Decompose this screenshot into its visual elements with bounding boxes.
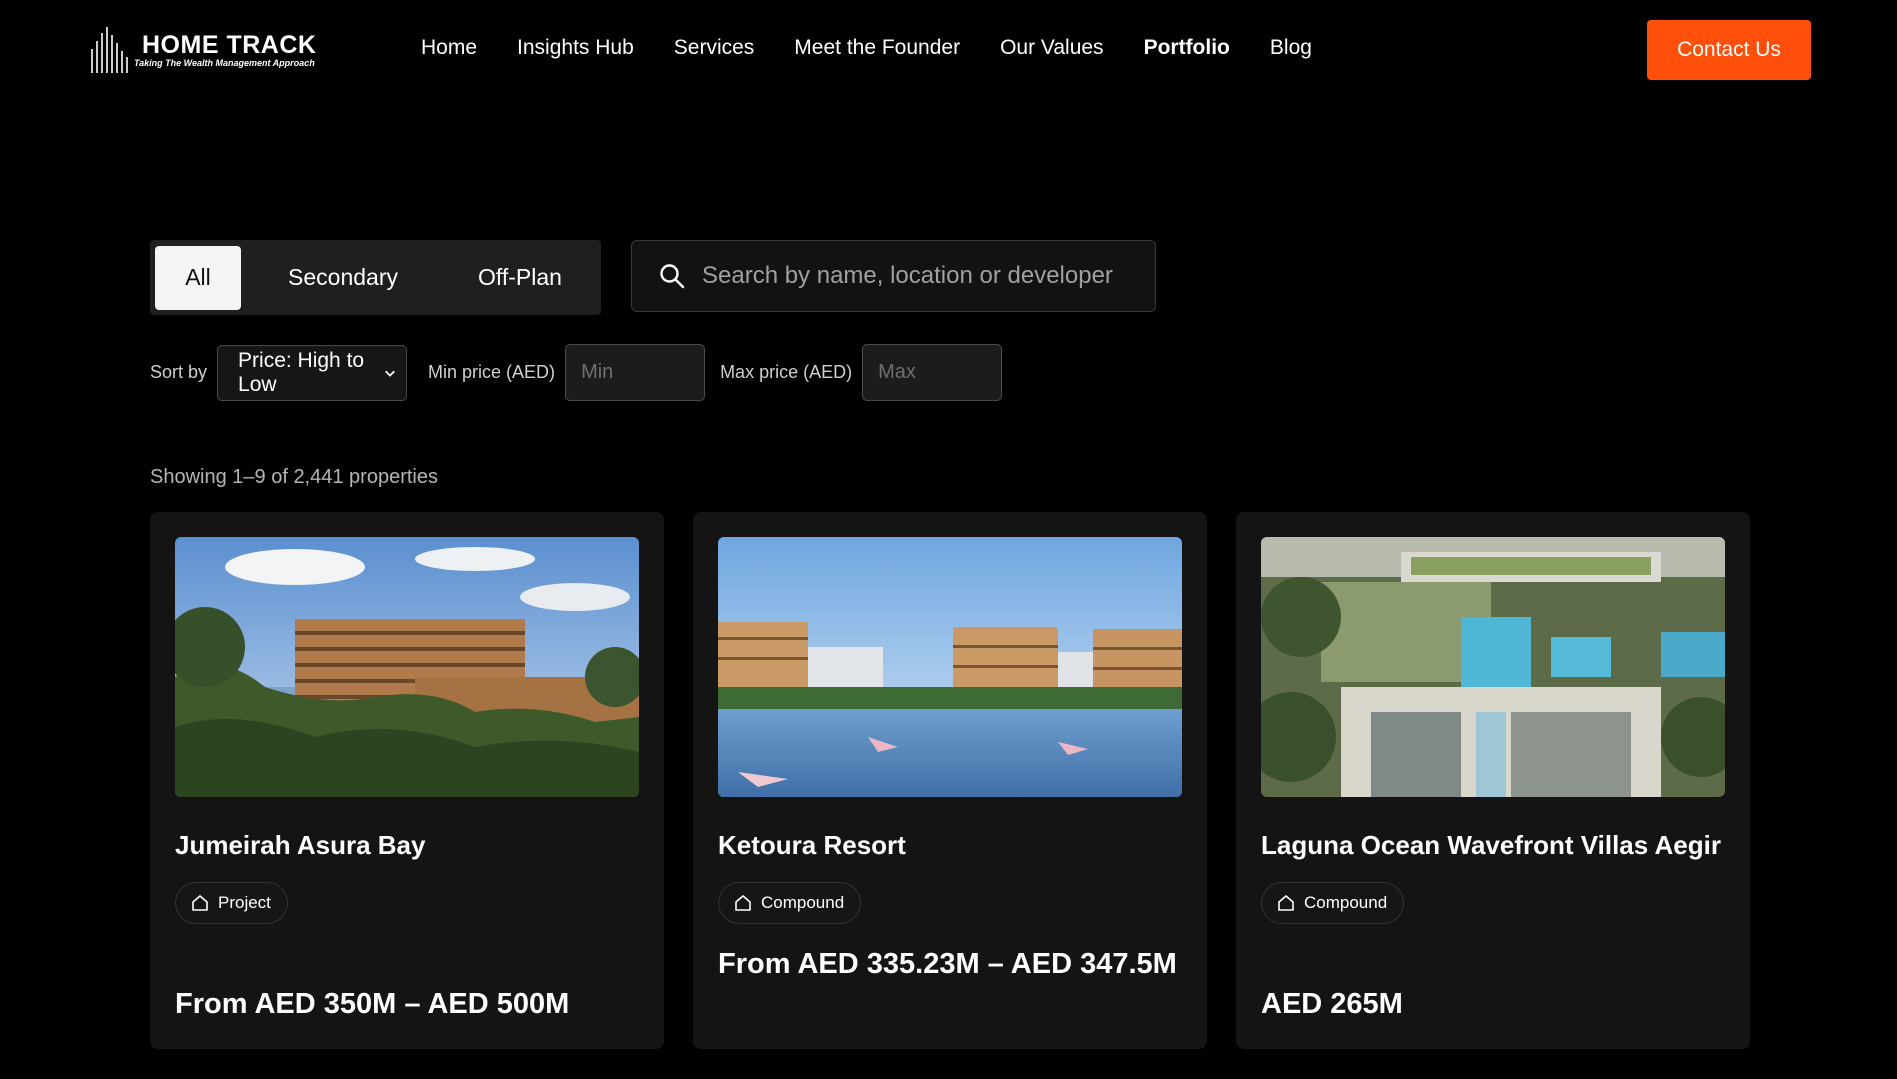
chevron-down-icon [385,370,395,377]
property-card[interactable]: Laguna Ocean Wavefront Villas Aegir Comp… [1236,512,1750,1049]
tab-off-plan[interactable]: Off-Plan [445,246,595,310]
brand-tagline: Taking The Wealth Management Approach [134,57,315,68]
property-title[interactable]: Ketoura Resort [718,830,906,861]
nav-services[interactable]: Services [674,36,755,60]
property-price: From AED 350M – AED 500M [175,988,570,1020]
main-nav: Home Insights Hub Services Meet the Foun… [421,36,1352,60]
contact-us-button[interactable]: Contact Us [1647,20,1811,80]
property-type-label: Project [218,893,271,912]
max-price-input[interactable] [862,344,1003,401]
sort-filter-row: Sort by Price: High to Low Min price (AE… [150,344,1003,401]
search-icon [660,264,685,289]
listing-type-tabs: All Secondary Off-Plan [150,240,601,315]
property-grid: Jumeirah Asura Bay Project From AED 350M… [150,512,1750,1049]
sort-select[interactable]: Price: High to Low [217,344,408,401]
property-type-label: Compound [761,893,845,912]
nav-blog[interactable]: Blog [1270,36,1312,60]
max-price-label: Max price (AED) [720,362,853,382]
property-type-badge: Project [175,882,288,924]
nav-insights-hub[interactable]: Insights Hub [517,36,634,60]
nav-portfolio[interactable]: Portfolio [1144,36,1230,60]
property-type-label: Compound [1304,893,1388,912]
search-input[interactable] [702,262,1142,290]
nav-our-values[interactable]: Our Values [1000,36,1104,60]
brand-logo[interactable]: HOME TRACK Taking The Wealth Management … [90,24,350,76]
property-type-badge: Compound [718,882,862,924]
home-icon [192,895,208,911]
nav-home[interactable]: Home [421,36,477,60]
property-type-badge: Compound [1261,882,1405,924]
property-title[interactable]: Jumeirah Asura Bay [175,830,425,861]
home-icon [1278,895,1294,911]
search-box [631,240,1156,312]
tab-all[interactable]: All [155,245,241,310]
home-icon [735,895,751,911]
property-image[interactable] [718,537,1182,797]
sort-select-value: Price: High to Low [238,348,365,396]
site-header: HOME TRACK Taking The Wealth Management … [0,0,1897,100]
property-price: AED 265M [1261,988,1403,1020]
min-price-input[interactable] [565,344,706,401]
sort-label: Sort by [150,362,208,382]
property-image[interactable] [175,537,639,797]
nav-meet-the-founder[interactable]: Meet the Founder [794,36,960,60]
property-card[interactable]: Jumeirah Asura Bay Project From AED 350M… [150,512,664,1049]
brand-title: HOME TRACK [142,30,317,59]
property-price: From AED 335.23M – AED 347.5M [718,948,1177,980]
property-title[interactable]: Laguna Ocean Wavefront Villas Aegir [1261,830,1721,861]
property-image[interactable] [1261,537,1725,797]
min-price-label: Min price (AED) [428,362,556,382]
results-count: Showing 1–9 of 2,441 properties [150,466,438,488]
logo-mark-icon [91,27,128,73]
property-card[interactable]: Ketoura Resort Compound From AED 335.23M… [693,512,1207,1049]
tab-secondary[interactable]: Secondary [241,246,445,310]
